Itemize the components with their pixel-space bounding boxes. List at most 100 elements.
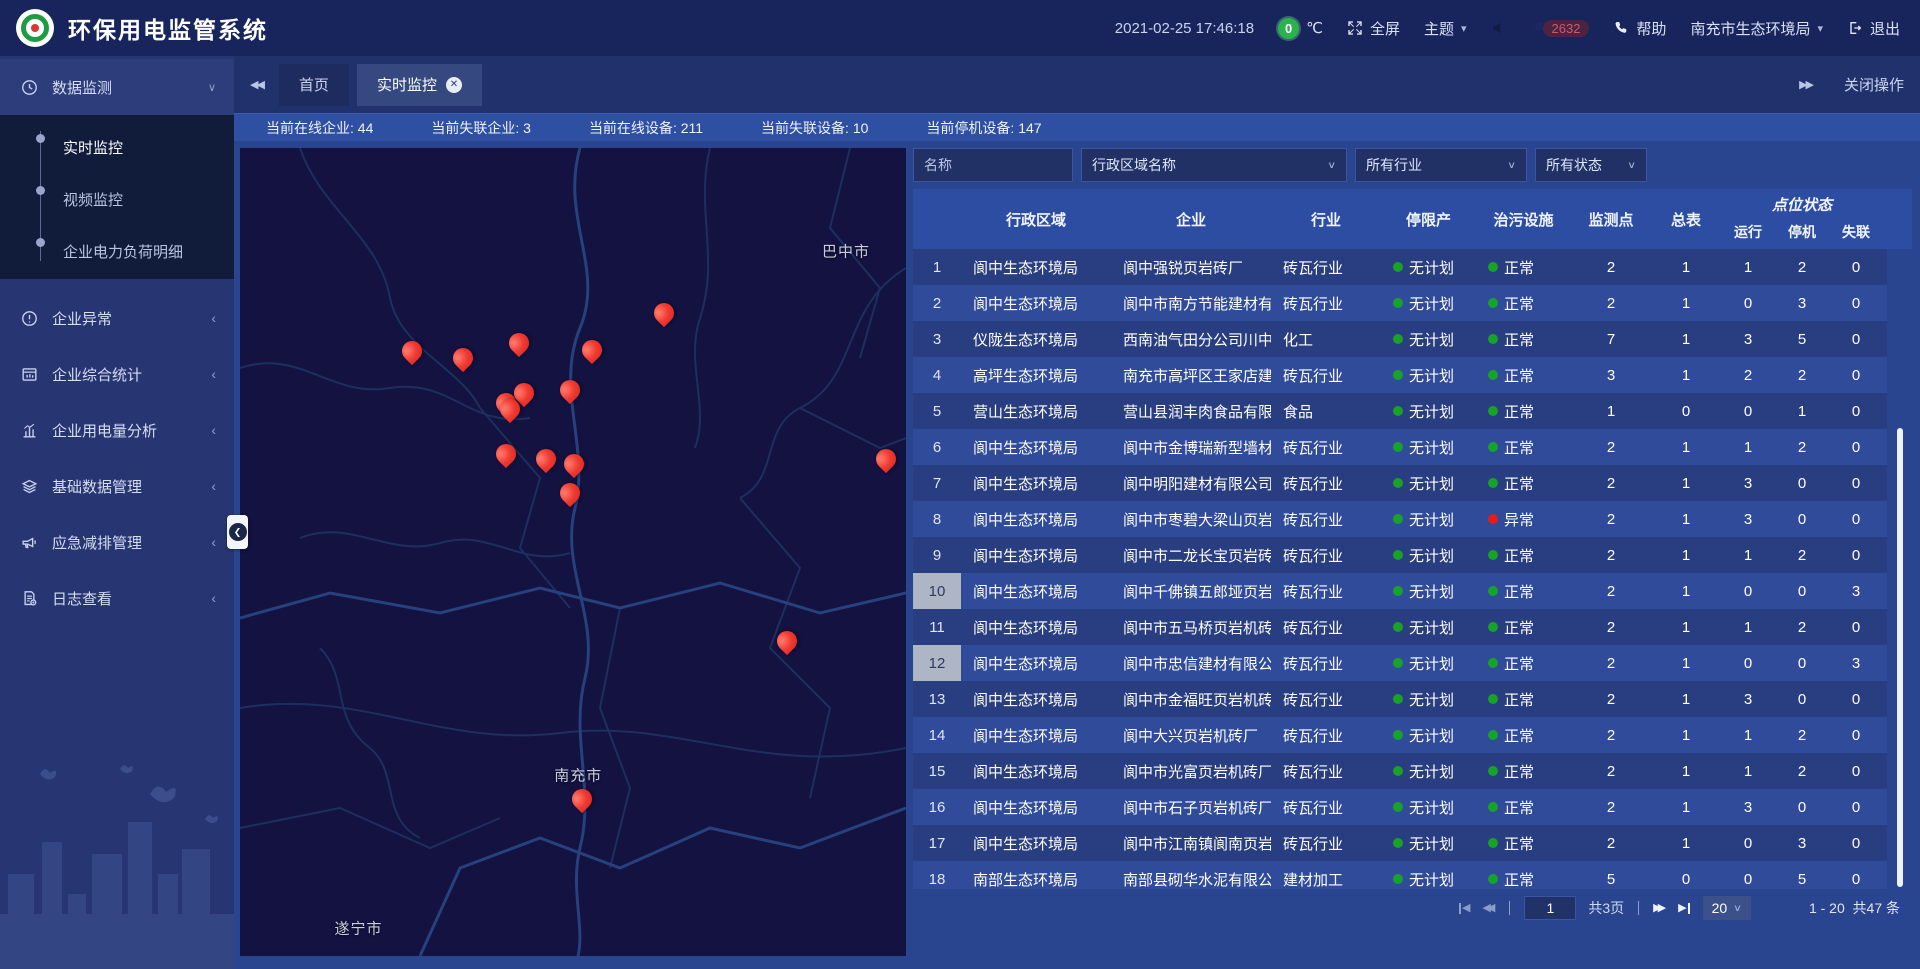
map-collapse-button[interactable]: ❮ bbox=[227, 515, 248, 549]
map-pin[interactable] bbox=[654, 303, 674, 323]
cell-region: 阆中生态环境局 bbox=[961, 465, 1111, 501]
org-dropdown[interactable]: 南充市生态环境局 ▾ bbox=[1690, 18, 1823, 39]
table-row[interactable]: 4高坪生态环境局南充市高坪区王家店建砖瓦行业无计划正常31220 bbox=[913, 357, 1887, 393]
tabs-scroll-right-icon[interactable]: ▶▶ bbox=[1799, 78, 1812, 91]
total-pages-label: 共3页 bbox=[1588, 898, 1624, 918]
status-dot bbox=[1488, 370, 1498, 380]
tab[interactable]: 首页 bbox=[279, 64, 349, 106]
chevron-left-icon: ‹ bbox=[211, 422, 216, 438]
industry-filter-select[interactable]: 所有行业 ∨ bbox=[1355, 148, 1527, 182]
cell-production: 无计划 bbox=[1381, 825, 1476, 861]
scrollbar[interactable] bbox=[1897, 249, 1903, 889]
page-number-input[interactable] bbox=[1524, 896, 1576, 920]
table-row[interactable]: 12阆中生态环境局阆中市忠信建材有限公砖瓦行业无计划正常21003 bbox=[913, 645, 1887, 681]
next-page-button[interactable]: ▶▶ bbox=[1653, 903, 1666, 914]
sidebar-item[interactable]: 基础数据管理‹ bbox=[0, 458, 234, 514]
logout-button[interactable]: 退出 bbox=[1847, 18, 1900, 39]
cell-running: 0 bbox=[1721, 285, 1775, 321]
mute-button[interactable] bbox=[1491, 20, 1507, 36]
sidebar-subitem[interactable]: 视频监控 bbox=[0, 173, 234, 225]
map[interactable]: 巴中市南充市遂宁市 bbox=[240, 148, 906, 956]
org-name: 南充市生态环境局 bbox=[1690, 18, 1810, 39]
map-pin[interactable] bbox=[453, 348, 473, 368]
row-index: 8 bbox=[913, 501, 961, 537]
cell-running: 3 bbox=[1721, 789, 1775, 825]
chevron-left-icon: ‹ bbox=[211, 310, 216, 326]
chevron-down-icon: ∨ bbox=[1327, 159, 1336, 170]
close-operations-button[interactable]: 关闭操作 bbox=[1844, 74, 1904, 95]
table-row[interactable]: 2阆中生态环境局阆中市南方节能建材有砖瓦行业无计划正常21030 bbox=[913, 285, 1887, 321]
map-pin[interactable] bbox=[496, 444, 516, 464]
cell-facility: 正常 bbox=[1476, 681, 1571, 717]
cell-company: 阆中市二龙长宝页岩砖 bbox=[1111, 537, 1271, 573]
scrollbar-thumb[interactable] bbox=[1897, 428, 1903, 887]
map-pin[interactable] bbox=[536, 449, 556, 469]
sidebar-item[interactable]: 应急减排管理‹ bbox=[0, 514, 234, 570]
help-button[interactable]: 帮助 bbox=[1613, 18, 1666, 39]
status-filter-select[interactable]: 所有状态 ∨ bbox=[1535, 148, 1647, 182]
table-row[interactable]: 3仪陇生态环境局西南油气田分公司川中化工无计划正常71350 bbox=[913, 321, 1887, 357]
theme-dropdown[interactable]: 主题 ▾ bbox=[1424, 18, 1467, 39]
table-row[interactable]: 15阆中生态环境局阆中市光富页岩机砖厂砖瓦行业无计划正常21120 bbox=[913, 753, 1887, 789]
region-filter-select[interactable]: 行政区域名称 ∨ bbox=[1081, 148, 1347, 182]
table-row[interactable]: 13阆中生态环境局阆中市金福旺页岩机砖砖瓦行业无计划正常21300 bbox=[913, 681, 1887, 717]
map-pin[interactable] bbox=[509, 333, 529, 353]
map-pin[interactable] bbox=[582, 340, 602, 360]
cell-industry: 砖瓦行业 bbox=[1271, 465, 1381, 501]
table-row[interactable]: 7阆中生态环境局阆中明阳建材有限公司砖瓦行业无计划正常21300 bbox=[913, 465, 1887, 501]
cell-points: 2 bbox=[1571, 573, 1651, 609]
cell-facility: 正常 bbox=[1476, 357, 1571, 393]
sidebar-item[interactable]: 企业用电量分析‹ bbox=[0, 402, 234, 458]
last-page-button[interactable]: ▶ bbox=[1678, 903, 1690, 914]
logo-emblem bbox=[21, 14, 49, 42]
map-pin[interactable] bbox=[777, 631, 797, 651]
pin-icon bbox=[556, 479, 584, 507]
bar-chart-icon bbox=[20, 421, 39, 440]
cell-industry: 食品 bbox=[1271, 393, 1381, 429]
sidebar-item[interactable]: 日志查看‹ bbox=[0, 570, 234, 626]
sidebar-item[interactable]: 企业综合统计‹ bbox=[0, 346, 234, 402]
table-row[interactable]: 11阆中生态环境局阆中市五马桥页岩机砖砖瓦行业无计划正常21120 bbox=[913, 609, 1887, 645]
table-row[interactable]: 14阆中生态环境局阆中大兴页岩机砖厂砖瓦行业无计划正常21120 bbox=[913, 717, 1887, 753]
page-size-select[interactable]: 20 ∨ bbox=[1703, 896, 1751, 920]
status-dot bbox=[1393, 730, 1403, 740]
table-body: 1阆中生态环境局阆中强锐页岩砖厂砖瓦行业无计划正常211202阆中生态环境局阆中… bbox=[913, 249, 1912, 889]
tabs-scroll-left-icon[interactable]: ◀◀ bbox=[250, 78, 263, 91]
name-filter-input[interactable] bbox=[913, 148, 1073, 182]
table-row[interactable]: 5营山生态环境局营山县润丰肉食品有限食品无计划正常10010 bbox=[913, 393, 1887, 429]
cell-offline: 0 bbox=[1829, 501, 1883, 537]
sidebar-item[interactable]: 企业异常‹ bbox=[0, 290, 234, 346]
table-row[interactable]: 1阆中生态环境局阆中强锐页岩砖厂砖瓦行业无计划正常21120 bbox=[913, 249, 1887, 285]
sidebar-subitem[interactable]: 企业电力负荷明细 bbox=[0, 225, 234, 277]
sidebar-item[interactable]: 数据监测∨ bbox=[0, 59, 234, 115]
cell-production: 无计划 bbox=[1381, 789, 1476, 825]
table-row[interactable]: 9阆中生态环境局阆中市二龙长宝页岩砖砖瓦行业无计划正常21120 bbox=[913, 537, 1887, 573]
industry-filter-value: 所有行业 bbox=[1366, 155, 1422, 175]
alert-circle-icon bbox=[20, 309, 39, 328]
map-pin[interactable] bbox=[564, 454, 584, 474]
phone-icon bbox=[1613, 20, 1629, 36]
region-filter-value: 行政区域名称 bbox=[1092, 155, 1176, 175]
tab[interactable]: 实时监控✕ bbox=[357, 64, 482, 106]
fullscreen-button[interactable]: 全屏 bbox=[1347, 18, 1400, 39]
map-pin[interactable] bbox=[560, 483, 580, 503]
table-row[interactable]: 17阆中生态环境局阆中市江南镇阆南页岩砖瓦行业无计划正常21030 bbox=[913, 825, 1887, 861]
map-pin[interactable] bbox=[572, 789, 592, 809]
table-row[interactable]: 6阆中生态环境局阆中市金博瑞新型墙材砖瓦行业无计划正常21120 bbox=[913, 429, 1887, 465]
first-page-button[interactable]: ◀ bbox=[1458, 903, 1470, 914]
map-pin[interactable] bbox=[560, 380, 580, 400]
table-row[interactable]: 16阆中生态环境局阆中市石子页岩机砖厂砖瓦行业无计划正常21300 bbox=[913, 789, 1887, 825]
cell-stopped: 0 bbox=[1775, 681, 1829, 717]
cell-region: 阆中生态环境局 bbox=[961, 249, 1111, 285]
table-row[interactable]: 8阆中生态环境局阆中市枣碧大梁山页岩砖瓦行业无计划异常21300 bbox=[913, 501, 1887, 537]
map-pin[interactable] bbox=[402, 341, 422, 361]
map-pin[interactable] bbox=[876, 449, 896, 469]
chevron-down-icon: ▾ bbox=[1817, 22, 1823, 35]
map-pin[interactable] bbox=[500, 399, 520, 419]
notification-bell[interactable]: 2632 bbox=[1531, 20, 1590, 37]
prev-page-button[interactable]: ◀◀ bbox=[1482, 903, 1495, 914]
table-row[interactable]: 18南部生态环境局南部县砌华水泥有限公建材加工无计划正常50050 bbox=[913, 861, 1887, 889]
table-row[interactable]: 10阆中生态环境局阆中千佛镇五郎垭页岩砖瓦行业无计划正常21003 bbox=[913, 573, 1887, 609]
sidebar-subitem[interactable]: 实时监控 bbox=[0, 121, 234, 173]
close-icon[interactable]: ✕ bbox=[446, 77, 462, 93]
